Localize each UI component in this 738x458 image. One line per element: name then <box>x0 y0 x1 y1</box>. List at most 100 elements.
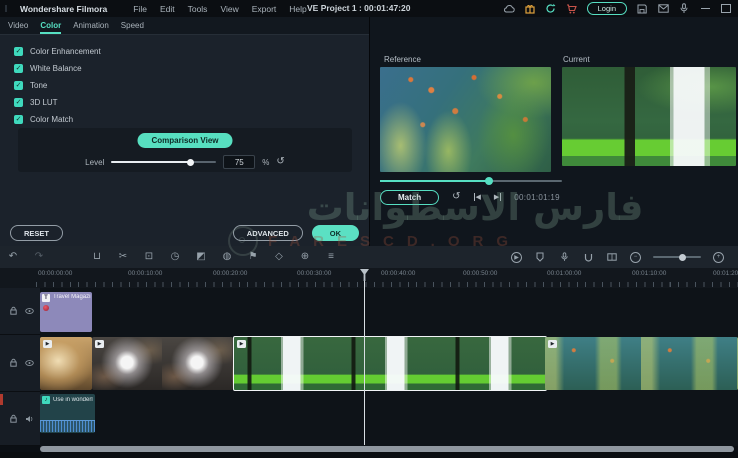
previous-frame-icon[interactable]: ◀ <box>474 193 481 201</box>
advanced-button[interactable]: ADVANCED <box>233 225 303 241</box>
save-icon[interactable] <box>636 3 648 15</box>
maximize-icon[interactable] <box>720 3 732 15</box>
tab-animation[interactable]: Animation <box>73 21 109 34</box>
checkbox-checked-icon[interactable]: ✓ <box>14 47 23 56</box>
audio-clip-label: Use in wonderl <box>53 397 94 403</box>
menu-file[interactable]: File <box>133 4 147 14</box>
checkbox-checked-icon[interactable]: ✓ <box>14 81 23 90</box>
delete-icon[interactable]: ⊔ <box>91 251 103 263</box>
playhead-line[interactable] <box>364 269 365 445</box>
eye-icon[interactable] <box>25 307 34 316</box>
cloud-icon[interactable] <box>503 3 515 15</box>
current-label: Current <box>563 55 590 64</box>
timeline-ruler[interactable]: 00:00:00:00 00:00:10:00 00:00:20:00 00:0… <box>0 268 738 289</box>
title-clip[interactable]: T Travel Magazin <box>40 292 92 332</box>
zoom-out-icon[interactable]: − <box>630 252 641 263</box>
video-clip-sepia-forest[interactable]: ▶ <box>40 337 92 390</box>
keyframe-icon[interactable]: ◇ <box>273 251 285 263</box>
checkbox-checked-icon[interactable]: ✓ <box>14 98 23 107</box>
mic-icon[interactable] <box>678 3 690 15</box>
video-clip-waterfall-selected[interactable]: ▶ <box>233 336 547 391</box>
redo-icon[interactable]: ↷ <box>33 251 45 263</box>
filmora-window: Wondershare Filmora File Edit Tools View… <box>0 0 738 458</box>
menu-help[interactable]: Help <box>289 4 306 14</box>
text-clip-icon: T <box>42 294 50 302</box>
lock-icon[interactable] <box>9 414 18 423</box>
menu-view[interactable]: View <box>220 4 238 14</box>
ruler-tick: 00:00:50:00 <box>463 270 497 277</box>
marker-icon[interactable]: ⚑ <box>247 251 259 263</box>
crop-icon[interactable]: ⊡ <box>143 251 155 263</box>
level-slider[interactable] <box>111 161 216 163</box>
video-clip-moon-clouds[interactable]: ▶ <box>92 337 233 390</box>
checkbox-checked-icon[interactable]: ✓ <box>14 64 23 73</box>
comparison-view-button[interactable]: Comparison View <box>138 133 233 148</box>
play-badge-icon: ▶ <box>548 340 557 348</box>
sync-icon[interactable] <box>545 3 557 15</box>
store-cart-icon[interactable] <box>566 3 578 15</box>
audio-track-header[interactable] <box>0 392 40 446</box>
color-options-list: ✓ Color Enhancement ✓ White Balance ✓ To… <box>0 35 369 128</box>
project-title: VE Project 1 : 00:01:47:20 <box>307 3 410 13</box>
login-button[interactable]: Login <box>587 2 627 15</box>
ruler-tick: 00:00:40:00 <box>381 270 415 277</box>
mark-shield-icon[interactable] <box>534 252 546 262</box>
timeline-toolbar: ↶ ↷ ⊔ ✂ ⊡ ◷ ◩ ◍ ⚑ ◇ ⊕ ≡ ▶ <box>0 246 738 269</box>
level-value-input[interactable]: 75 <box>223 155 255 169</box>
tab-speed[interactable]: Speed <box>121 21 144 34</box>
color-match-preview-panel: Reference Current Match ↺ ◀ ▶ 00:01:01:1… <box>370 17 738 246</box>
menu-export[interactable]: Export <box>252 4 277 14</box>
motion-track-icon[interactable]: ⊕ <box>299 251 311 263</box>
eye-icon[interactable] <box>25 359 34 368</box>
multiview-icon[interactable] <box>606 253 618 261</box>
lock-icon[interactable] <box>9 359 18 368</box>
undo-icon[interactable]: ↶ <box>7 251 19 263</box>
next-frame-icon[interactable]: ▶ <box>494 193 501 201</box>
inbox-icon[interactable] <box>657 3 669 15</box>
color-icon[interactable]: ◩ <box>195 251 207 263</box>
preview-reset-icon[interactable]: ↺ <box>452 192 460 202</box>
adjust-icon[interactable]: ≡ <box>325 251 337 263</box>
play-badge-icon: ▶ <box>95 340 104 348</box>
menu-tools[interactable]: Tools <box>188 4 208 14</box>
option-3d-lut[interactable]: ✓ 3D LUT <box>14 94 369 111</box>
ok-button[interactable]: OK <box>312 225 359 241</box>
ruler-tick: 00:01:00:00 <box>547 270 581 277</box>
option-white-balance[interactable]: ✓ White Balance <box>14 60 369 77</box>
title-track-header[interactable] <box>0 288 40 335</box>
video-track-header[interactable] <box>0 335 40 392</box>
edit-tabbar: Video Color Animation Speed <box>0 17 369 35</box>
level-reset-icon[interactable]: ↺ <box>276 157 284 167</box>
zoom-in-icon[interactable]: + <box>713 252 724 263</box>
match-button[interactable]: Match <box>380 190 439 205</box>
ruler-tick: 00:00:10:00 <box>128 270 162 277</box>
reset-button[interactable]: RESET <box>10 225 63 241</box>
audio-clip[interactable]: ♪ Use in wonderl <box>40 394 95 433</box>
color-edit-panel: Video Color Animation Speed ✓ Color Enha… <box>0 17 370 246</box>
audio-track-indicator <box>0 394 3 405</box>
gift-icon[interactable] <box>524 3 536 15</box>
lock-icon[interactable] <box>9 307 18 316</box>
split-icon[interactable]: ✂ <box>117 251 129 263</box>
menu-edit[interactable]: Edit <box>160 4 175 14</box>
option-color-enhancement[interactable]: ✓ Color Enhancement <box>14 43 369 60</box>
reference-label: Reference <box>384 55 421 64</box>
preview-seek-slider[interactable] <box>380 180 562 182</box>
timeline-horizontal-scrollbar[interactable] <box>40 446 734 452</box>
green-screen-icon[interactable]: ◍ <box>221 251 233 263</box>
timeline-zoom-slider[interactable] <box>653 256 701 258</box>
minimize-icon[interactable] <box>699 3 711 15</box>
voiceover-mic-icon[interactable] <box>558 252 570 262</box>
speed-icon[interactable]: ◷ <box>169 251 181 263</box>
app-title: Wondershare Filmora <box>20 4 107 14</box>
option-tone[interactable]: ✓ Tone <box>14 77 369 94</box>
render-preview-icon[interactable]: ▶ <box>511 252 522 263</box>
checkbox-checked-icon[interactable]: ✓ <box>14 115 23 124</box>
snap-icon[interactable] <box>582 253 594 262</box>
tab-video[interactable]: Video <box>8 21 28 34</box>
option-color-match[interactable]: ✓ Color Match <box>14 111 369 128</box>
tab-color[interactable]: Color <box>40 21 61 34</box>
video-clip-aquarium[interactable]: ▶ <box>545 337 738 390</box>
play-badge-icon: ▶ <box>237 340 246 348</box>
speaker-icon[interactable] <box>25 414 34 423</box>
